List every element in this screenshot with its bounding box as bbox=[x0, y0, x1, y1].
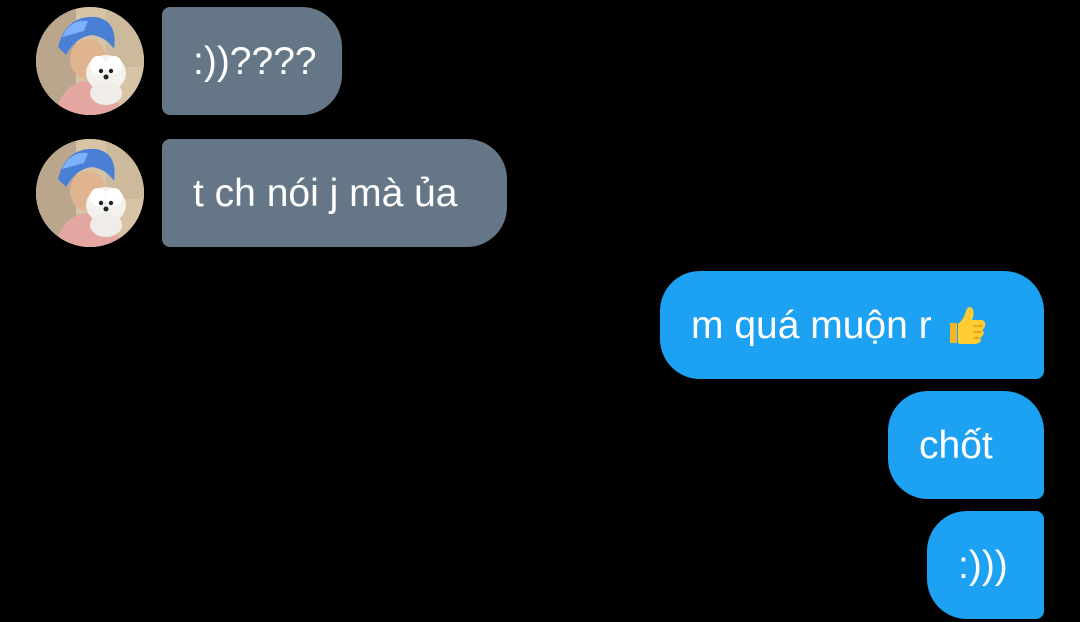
chat-thread: :))???? t ch nói j mà ủa m quá muộn r ch… bbox=[0, 0, 1080, 622]
message-text: chốt bbox=[919, 423, 993, 467]
message-text: t ch nói j mà ủa bbox=[193, 171, 458, 215]
outgoing-message-bubble[interactable]: m quá muộn r bbox=[660, 271, 1044, 379]
avatar-photo-icon bbox=[36, 139, 144, 247]
message-text: :))???? bbox=[193, 39, 317, 83]
incoming-message-bubble[interactable]: :))???? bbox=[162, 7, 342, 115]
outgoing-message-bubble[interactable]: chốt bbox=[888, 391, 1044, 499]
message-text: m quá muộn r bbox=[691, 303, 932, 347]
outgoing-message-bubble[interactable]: :))) bbox=[927, 511, 1044, 619]
message-text: :))) bbox=[958, 543, 1008, 587]
sender-avatar[interactable] bbox=[36, 139, 144, 247]
thumbs-up-icon bbox=[949, 307, 985, 344]
sender-avatar[interactable] bbox=[36, 7, 144, 115]
avatar-photo-icon bbox=[36, 7, 144, 115]
incoming-message-bubble[interactable]: t ch nói j mà ủa bbox=[162, 139, 507, 247]
